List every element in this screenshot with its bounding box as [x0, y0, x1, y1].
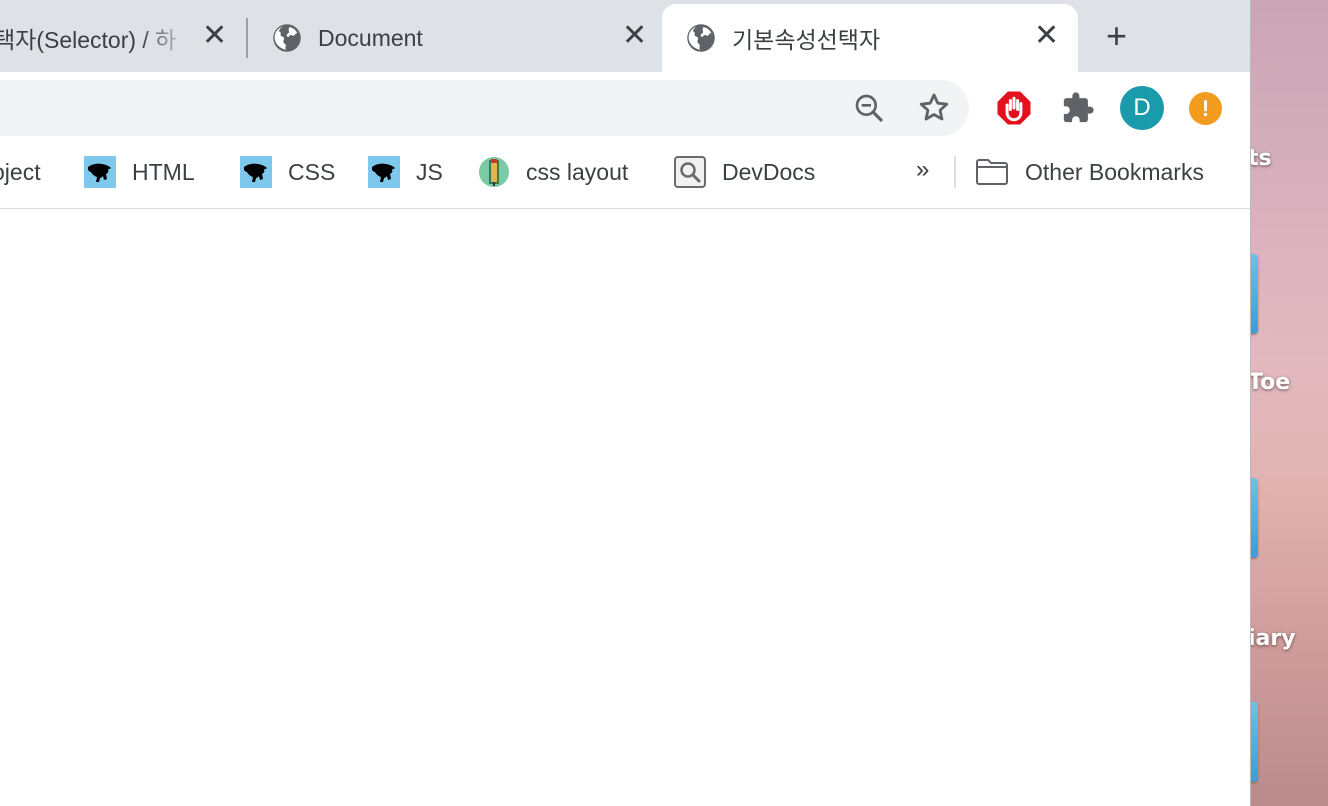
globe-icon: [273, 24, 301, 52]
bookmark-js[interactable]: JS: [368, 144, 443, 200]
panther-icon: [240, 156, 272, 188]
bookmark-other-bookmarks[interactable]: Other Bookmarks: [975, 144, 1204, 200]
bookmark-label: DevDocs: [722, 158, 816, 185]
bookmarks-overflow-button[interactable]: »: [916, 156, 929, 184]
bookmark-label: JS: [416, 158, 443, 185]
profile-avatar[interactable]: D: [1120, 86, 1164, 130]
bookmark-label: Other Bookmarks: [1025, 158, 1204, 185]
tab-strip: 택자(Selector) / 하 ✕ Document ✕ 기본속성선택자 ✕ …: [0, 0, 1250, 72]
desktop-label: iary: [1250, 626, 1296, 651]
bookmark-html[interactable]: HTML: [84, 144, 195, 200]
bookmark-label: oject: [0, 158, 41, 185]
tab-document[interactable]: Document ✕: [248, 4, 660, 72]
bookmark-label: CSS: [288, 158, 336, 185]
address-bar[interactable]: [0, 80, 969, 136]
desktop-folder-icon[interactable]: [1250, 254, 1258, 334]
page-content: [0, 209, 1250, 806]
adblock-icon[interactable]: [996, 90, 1032, 126]
bookmarks-bar: oject HTML CSS JS: [0, 144, 1250, 209]
tab-close-icon[interactable]: ✕: [622, 21, 647, 51]
bookmark-project[interactable]: oject: [0, 144, 41, 200]
bookmark-css-layout[interactable]: css layout: [478, 144, 628, 200]
panther-icon: [84, 156, 116, 188]
folder-icon: [976, 159, 1008, 185]
new-tab-button[interactable]: +: [1106, 18, 1127, 54]
bookmark-css[interactable]: CSS: [240, 144, 335, 200]
globe-icon: [687, 24, 715, 52]
desktop-background: ts Toe iary: [1250, 0, 1328, 806]
tab-close-icon[interactable]: ✕: [202, 21, 227, 51]
zoom-out-icon[interactable]: [853, 92, 885, 124]
magnifier-icon: [674, 156, 706, 188]
bookmark-devdocs[interactable]: DevDocs: [674, 144, 815, 200]
tab-title: 택자(Selector) / 하: [0, 27, 177, 53]
desktop-label: ts: [1250, 146, 1272, 171]
desktop-folder-icon[interactable]: [1250, 702, 1258, 782]
bookmarks-separator: [954, 156, 956, 188]
tab-close-icon[interactable]: ✕: [1034, 21, 1059, 51]
update-alert-icon[interactable]: !: [1189, 92, 1222, 125]
bookmark-star-icon[interactable]: [917, 91, 951, 125]
panther-icon: [368, 156, 400, 188]
tab-selector[interactable]: 택자(Selector) / 하 ✕: [0, 4, 240, 72]
pencil-icon: [479, 157, 509, 187]
tab-title: Document: [318, 24, 423, 51]
bookmark-label: css layout: [526, 158, 629, 185]
tab-active[interactable]: 기본속성선택자 ✕: [662, 4, 1078, 72]
bookmark-label: HTML: [132, 158, 195, 185]
extensions-icon[interactable]: [1061, 91, 1095, 125]
tab-title: 기본속성선택자: [732, 27, 881, 53]
desktop-label: Toe: [1250, 370, 1291, 395]
desktop-folder-icon[interactable]: [1250, 478, 1258, 558]
browser-window: 택자(Selector) / 하 ✕ Document ✕ 기본속성선택자 ✕ …: [0, 0, 1251, 806]
